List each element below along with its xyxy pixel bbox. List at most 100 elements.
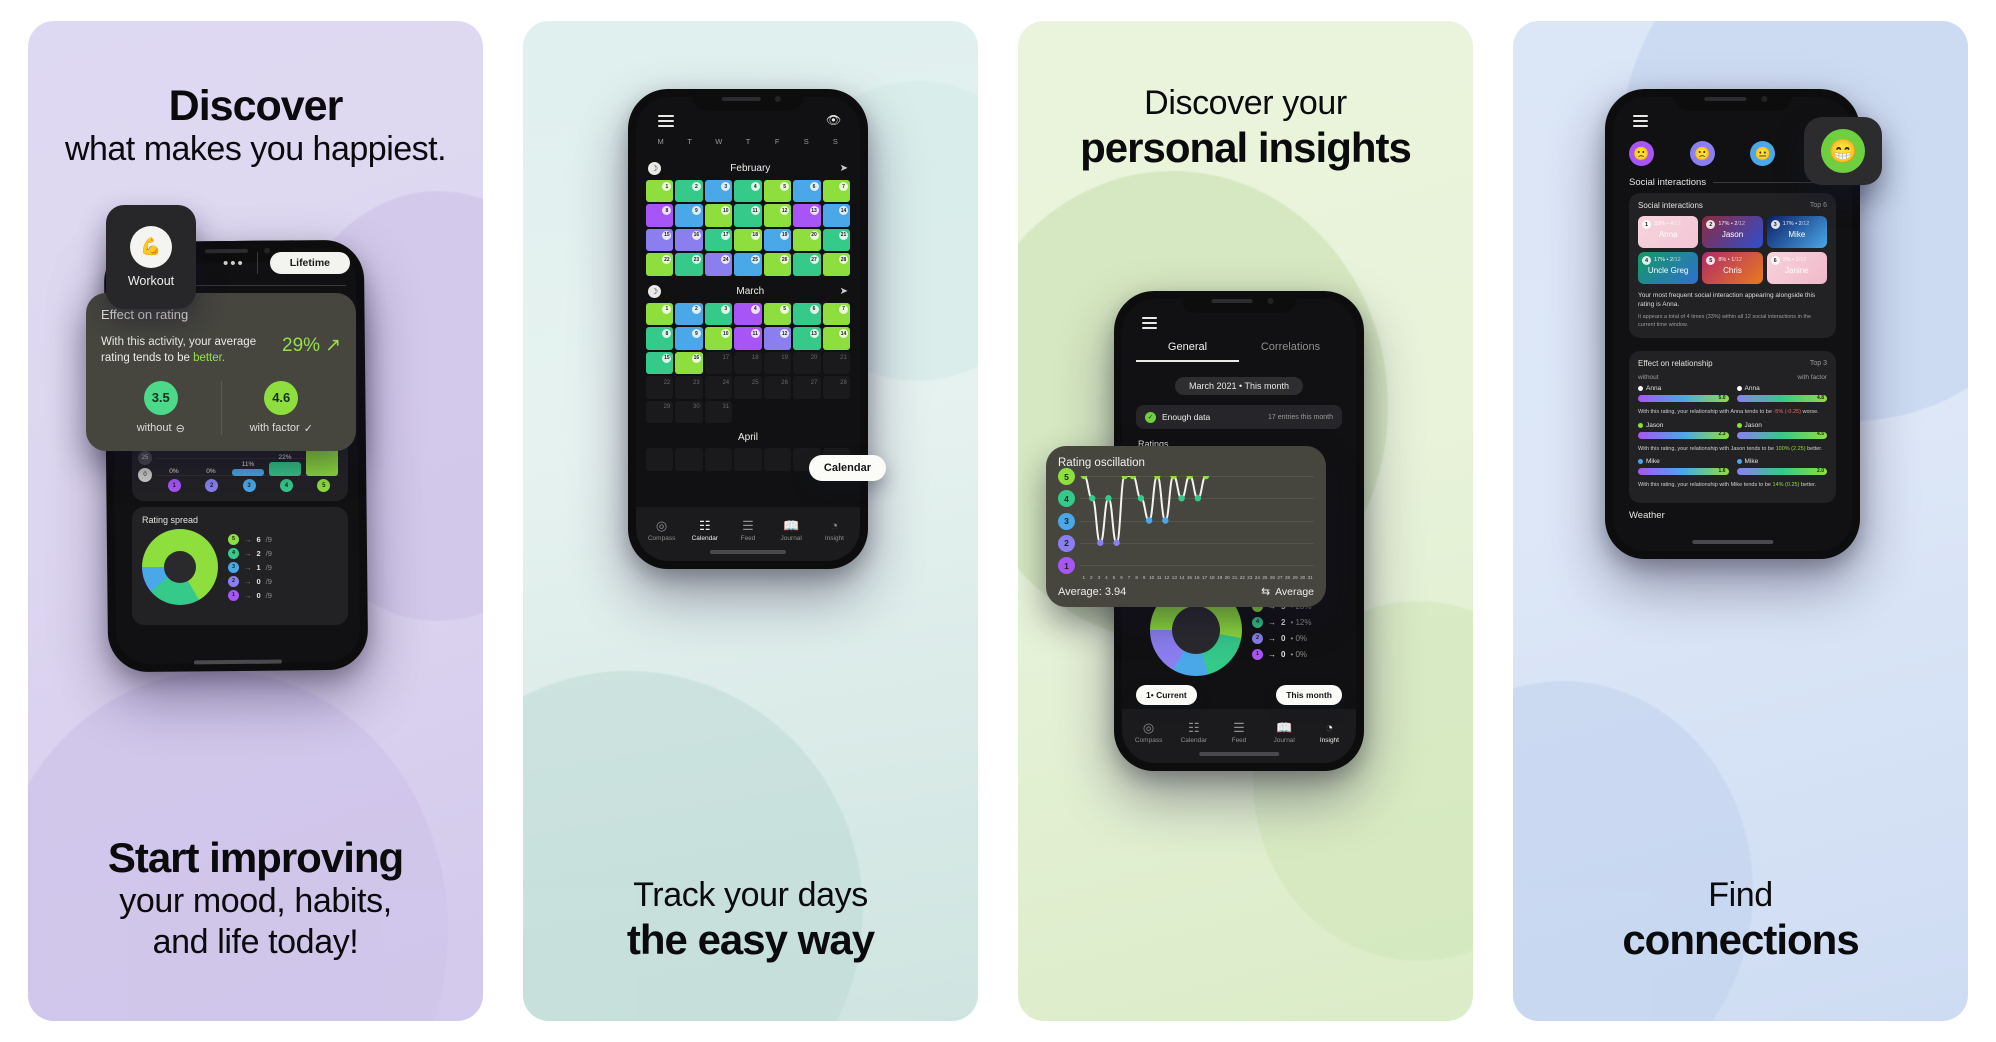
calendar-day-cell[interactable]: 22: [646, 253, 674, 276]
calendar-day-cell[interactable]: 26: [763, 376, 792, 399]
calendar-day-cell[interactable]: 31: [704, 400, 733, 424]
calendar-day-cell[interactable]: 12: [763, 327, 792, 350]
calendar-day-cell[interactable]: 3: [704, 302, 733, 326]
social-item[interactable]: 1 33% • 4/12 Anna: [1638, 216, 1699, 248]
eye-icon[interactable]: 👁: [826, 113, 842, 127]
calendar-day-cell[interactable]: 19: [763, 228, 792, 252]
calendar-grid-february[interactable]: 1 2 3 4 5 6 7 8 9 10 11 12 13 14 15 16 17 18 19 20 21 22 23 24 2…: [646, 180, 850, 276]
calendar-day-cell[interactable]: [763, 448, 792, 471]
calendar-day-cell[interactable]: 19: [763, 351, 792, 375]
social-item[interactable]: 6 8% • 1/12 Janine: [1766, 252, 1827, 284]
calendar-day-cell[interactable]: 5: [763, 302, 792, 326]
calendar-day-cell[interactable]: 15: [646, 228, 674, 252]
calendar-day-cell[interactable]: 4: [734, 180, 762, 203]
calendar-day-cell[interactable]: 6: [793, 180, 821, 203]
mood-option[interactable]: 🙁: [1689, 141, 1715, 166]
calendar-day-cell[interactable]: 30: [675, 400, 703, 424]
tab-insight[interactable]: ◔ Insight: [813, 519, 856, 542]
tab-correlations[interactable]: Correlations: [1239, 341, 1342, 362]
calendar-day-cell[interactable]: 23: [675, 376, 703, 399]
calendar-day-cell[interactable]: 23: [675, 253, 703, 276]
menu-icon[interactable]: [658, 115, 674, 127]
date-range-chip[interactable]: March 2021 • This month: [1174, 377, 1304, 395]
social-items-grid[interactable]: 1 33% • 4/12 Anna 2 17% • 2/12 Jason 3 17% • 2/…: [1638, 216, 1827, 284]
calendar-day-cell[interactable]: 11: [734, 327, 762, 350]
social-item[interactable]: 4 17% • 2/12 Uncle Greg: [1638, 252, 1699, 284]
calendar-day-cell[interactable]: 14: [822, 204, 850, 227]
calendar-day-cell[interactable]: 7: [822, 180, 850, 203]
calendar-day-cell[interactable]: 1: [646, 180, 674, 203]
tab-compass[interactable]: ◎ Compass: [1126, 721, 1171, 744]
insight-tabs[interactable]: General Correlations: [1136, 341, 1342, 362]
social-item[interactable]: 3 17% • 2/12 Mike: [1766, 216, 1827, 248]
menu-icon[interactable]: [1633, 115, 1648, 127]
calendar-day-cell[interactable]: 8: [646, 204, 674, 227]
calendar-day-cell[interactable]: 27: [793, 253, 821, 276]
calendar-day-cell[interactable]: 17: [704, 351, 733, 375]
calendar-day-cell[interactable]: [704, 448, 733, 471]
calendar-day-cell[interactable]: 7: [822, 302, 850, 326]
mood-option[interactable]: 😐: [1750, 141, 1776, 166]
calendar-day-cell[interactable]: 14: [822, 327, 850, 350]
social-item[interactable]: 5 8% • 1/12 Chris: [1702, 252, 1763, 284]
pill-this-month[interactable]: This month: [1276, 685, 1342, 705]
calendar-day-cell[interactable]: 13: [793, 327, 821, 350]
calendar-day-cell[interactable]: 4: [734, 302, 762, 326]
calendar-day-cell[interactable]: 9: [675, 327, 703, 350]
calendar-day-cell[interactable]: 17: [704, 228, 733, 252]
mood-selected-chip[interactable]: 😁: [1804, 117, 1882, 185]
calendar-grid-march[interactable]: 1 2 3 4 5 6 7 8 9 10 11 12 13 14 15 16 17 18 19 20 21 22 23 24 2…: [646, 302, 850, 424]
calendar-day-cell[interactable]: [646, 448, 674, 471]
calendar-day-cell[interactable]: 21: [822, 351, 850, 375]
donut-filter-pills[interactable]: 1• Current This month: [1136, 685, 1342, 705]
calendar-pill-badge[interactable]: Calendar: [808, 455, 886, 481]
calendar-day-cell[interactable]: 20: [793, 351, 821, 375]
more-options-icon[interactable]: •••: [223, 255, 245, 272]
calendar-day-cell[interactable]: 9: [675, 204, 703, 227]
calendar-day-cell[interactable]: 29: [646, 400, 674, 424]
osc-average-button[interactable]: ⇆ Average: [1261, 586, 1314, 598]
tab-insight[interactable]: ◔ Insight: [1307, 721, 1352, 744]
calendar-day-cell[interactable]: 18: [734, 351, 762, 375]
calendar-day-cell[interactable]: 28: [822, 253, 850, 276]
calendar-day-cell[interactable]: 11: [734, 204, 762, 227]
calendar-day-cell[interactable]: 2: [675, 180, 703, 203]
calendar-day-cell[interactable]: 10: [704, 204, 733, 227]
tab-journal[interactable]: 📖 Journal: [770, 519, 813, 542]
calendar-day-cell[interactable]: 22: [646, 376, 674, 399]
calendar-day-cell[interactable]: 16: [675, 351, 703, 375]
tab-journal[interactable]: 📖 Journal: [1262, 721, 1307, 744]
menu-icon[interactable]: [1142, 317, 1157, 329]
calendar-day-cell[interactable]: 16: [675, 228, 703, 252]
social-item[interactable]: 2 17% • 2/12 Jason: [1702, 216, 1763, 248]
calendar-day-cell[interactable]: 20: [793, 228, 821, 252]
tab-feed[interactable]: ☰ Feed: [1216, 721, 1261, 744]
tab-calendar[interactable]: ☷ Calendar: [683, 519, 726, 542]
calendar-day-cell[interactable]: 25: [734, 376, 762, 399]
calendar-day-cell[interactable]: 3: [704, 180, 733, 203]
calendar-day-cell[interactable]: 27: [793, 376, 821, 399]
pill-current[interactable]: 1• Current: [1136, 685, 1197, 705]
share-icon[interactable]: ➤: [840, 163, 848, 174]
calendar-day-cell[interactable]: [734, 448, 762, 471]
calendar-day-cell[interactable]: 15: [646, 351, 674, 375]
calendar-day-cell[interactable]: 12: [763, 204, 792, 227]
calendar-day-cell[interactable]: 25: [734, 253, 762, 276]
calendar-day-cell[interactable]: 2: [675, 302, 703, 326]
calendar-day-cell[interactable]: 28: [822, 376, 850, 399]
calendar-day-cell[interactable]: [675, 448, 703, 471]
share-icon[interactable]: ➤: [840, 286, 848, 297]
mood-option[interactable]: 🙁: [1629, 141, 1654, 166]
calendar-day-cell[interactable]: 21: [822, 228, 850, 252]
calendar-day-cell[interactable]: 24: [704, 376, 733, 399]
workout-activity-chip[interactable]: 💪 Workout: [106, 205, 196, 309]
tab-compass[interactable]: ◎ Compass: [640, 519, 683, 542]
range-pill-lifetime[interactable]: Lifetime: [269, 252, 350, 274]
calendar-day-cell[interactable]: 13: [793, 204, 821, 227]
calendar-scroll[interactable]: ☽ February ➤ 1 2 3 4 5 6 7 8 9 10 11 12 13 14 15 16 17 18…: [646, 153, 850, 501]
calendar-day-cell[interactable]: 26: [763, 253, 792, 276]
tab-feed[interactable]: ☰ Feed: [726, 519, 769, 542]
calendar-day-cell[interactable]: 24: [704, 253, 733, 276]
tab-calendar[interactable]: ☷ Calendar: [1171, 721, 1216, 744]
calendar-day-cell[interactable]: 1: [646, 302, 674, 326]
